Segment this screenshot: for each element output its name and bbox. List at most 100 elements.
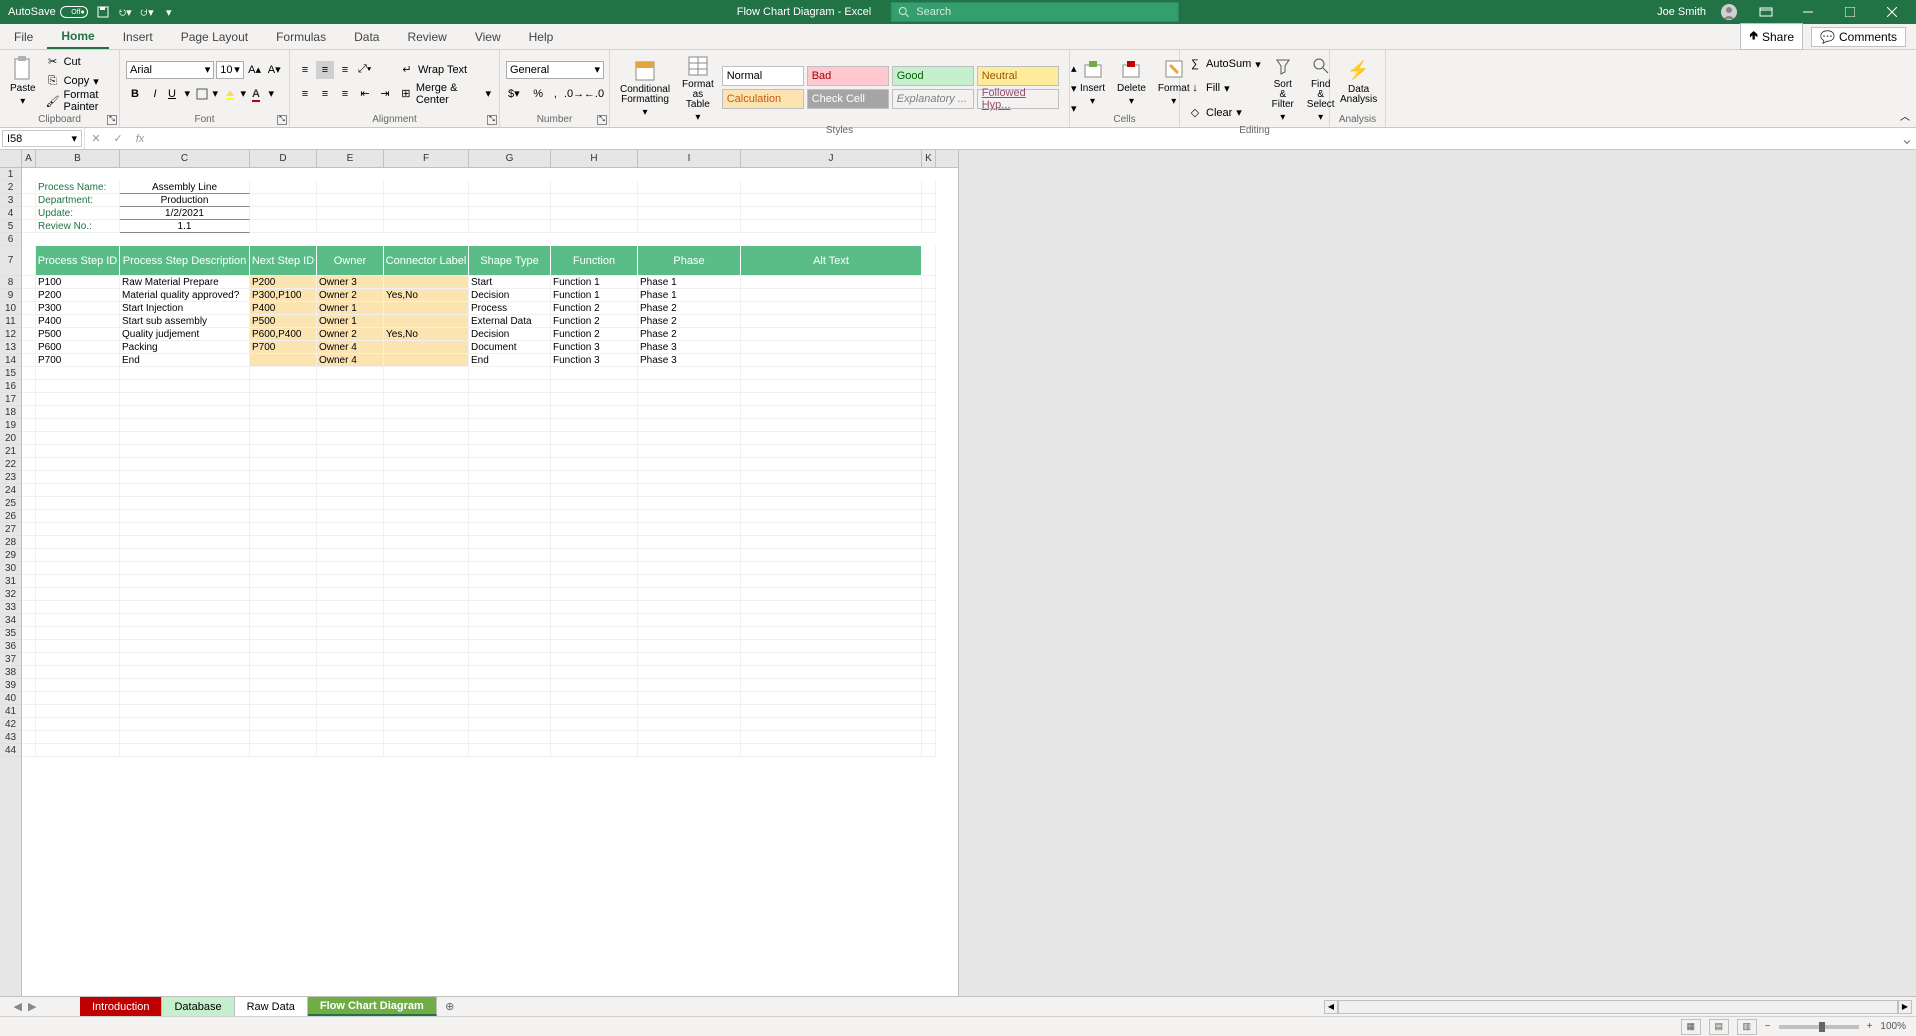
clipboard-dialog-icon[interactable]: ⤡ — [107, 115, 117, 125]
cell[interactable] — [384, 497, 469, 510]
cell[interactable] — [741, 328, 922, 341]
cell[interactable] — [120, 367, 250, 380]
cell[interactable]: Start — [469, 276, 551, 289]
cell[interactable]: Owner 2 — [317, 289, 384, 302]
row-header[interactable]: 41 — [0, 705, 21, 718]
cell[interactable] — [922, 276, 936, 289]
cell[interactable] — [384, 445, 469, 458]
cell[interactable] — [741, 194, 922, 207]
cell[interactable] — [36, 575, 120, 588]
cell[interactable]: Process — [469, 302, 551, 315]
cell[interactable] — [551, 523, 638, 536]
cell[interactable] — [384, 432, 469, 445]
cell[interactable] — [250, 718, 317, 731]
search-box[interactable]: Search — [891, 2, 1179, 22]
cell[interactable] — [384, 692, 469, 705]
cell[interactable]: Phase 1 — [638, 276, 741, 289]
row-header[interactable]: 40 — [0, 692, 21, 705]
cell[interactable] — [317, 666, 384, 679]
cell[interactable] — [638, 406, 741, 419]
cell[interactable]: Yes,No — [384, 328, 469, 341]
name-box[interactable]: I58▾ — [2, 130, 82, 147]
cell[interactable] — [36, 497, 120, 510]
cell[interactable] — [36, 432, 120, 445]
cell[interactable] — [469, 406, 551, 419]
cell[interactable] — [36, 536, 120, 549]
cell[interactable] — [22, 432, 36, 445]
row-header[interactable]: 13 — [0, 341, 21, 354]
cell[interactable] — [741, 588, 922, 601]
row-header[interactable]: 9 — [0, 289, 21, 302]
cell[interactable] — [551, 393, 638, 406]
cell[interactable] — [22, 419, 36, 432]
cell[interactable] — [384, 406, 469, 419]
row-header[interactable]: 11 — [0, 315, 21, 328]
cell[interactable] — [469, 575, 551, 588]
cell[interactable] — [384, 666, 469, 679]
cell[interactable] — [469, 679, 551, 692]
style-good[interactable]: Good — [892, 66, 974, 86]
cell[interactable] — [741, 731, 922, 744]
accounting-format-icon[interactable]: $▾ — [506, 85, 529, 103]
cell[interactable] — [120, 588, 250, 601]
cell[interactable] — [551, 614, 638, 627]
cell[interactable] — [638, 614, 741, 627]
cell[interactable] — [638, 458, 741, 471]
cell[interactable] — [22, 445, 36, 458]
percent-format-icon[interactable]: % — [531, 85, 546, 103]
cell[interactable] — [22, 575, 36, 588]
row-header[interactable]: 28 — [0, 536, 21, 549]
cell[interactable] — [384, 194, 469, 207]
cell[interactable]: Decision — [469, 289, 551, 302]
cell[interactable] — [922, 419, 936, 432]
cell[interactable]: Phase 3 — [638, 341, 741, 354]
cell[interactable] — [384, 276, 469, 289]
cut-button[interactable]: ✂Cut — [44, 53, 113, 71]
underline-button[interactable]: U▾ — [166, 85, 192, 103]
cell[interactable] — [384, 220, 469, 233]
cell[interactable] — [36, 640, 120, 653]
cell[interactable] — [638, 497, 741, 510]
data-analysis-button[interactable]: ⚡Data Analysis — [1336, 52, 1381, 111]
cell[interactable] — [250, 181, 317, 194]
cell[interactable] — [384, 562, 469, 575]
cell[interactable] — [551, 380, 638, 393]
cell[interactable] — [120, 627, 250, 640]
cell[interactable] — [250, 484, 317, 497]
row-header[interactable]: 42 — [0, 718, 21, 731]
font-name-combo[interactable]: Arial▾ — [126, 61, 214, 79]
cell[interactable] — [22, 627, 36, 640]
tab-review[interactable]: Review — [393, 24, 460, 49]
cell[interactable] — [741, 744, 922, 757]
cell[interactable] — [250, 471, 317, 484]
cell[interactable] — [638, 744, 741, 757]
cell[interactable]: Owner 1 — [317, 315, 384, 328]
cell[interactable] — [638, 523, 741, 536]
cell[interactable] — [384, 367, 469, 380]
tab-help[interactable]: Help — [515, 24, 568, 49]
cell[interactable] — [384, 679, 469, 692]
cell[interactable] — [922, 562, 936, 575]
cell[interactable] — [22, 207, 36, 220]
cell[interactable]: Function 2 — [551, 302, 638, 315]
cell[interactable] — [22, 484, 36, 497]
cell[interactable] — [120, 679, 250, 692]
cell[interactable] — [638, 627, 741, 640]
cell[interactable] — [36, 666, 120, 679]
cell[interactable] — [469, 367, 551, 380]
cell[interactable] — [384, 510, 469, 523]
cell[interactable] — [384, 207, 469, 220]
cell[interactable]: Owner 4 — [317, 341, 384, 354]
cell[interactable] — [741, 679, 922, 692]
row-header[interactable]: 27 — [0, 523, 21, 536]
cell[interactable]: Alt Text — [741, 246, 922, 276]
cell[interactable]: Quality judjement — [120, 328, 250, 341]
cell[interactable] — [469, 419, 551, 432]
cell[interactable] — [741, 393, 922, 406]
cell[interactable] — [250, 523, 317, 536]
cell[interactable] — [922, 406, 936, 419]
cell[interactable] — [741, 705, 922, 718]
cell[interactable] — [317, 220, 384, 233]
cell[interactable] — [469, 640, 551, 653]
cell[interactable] — [120, 510, 250, 523]
